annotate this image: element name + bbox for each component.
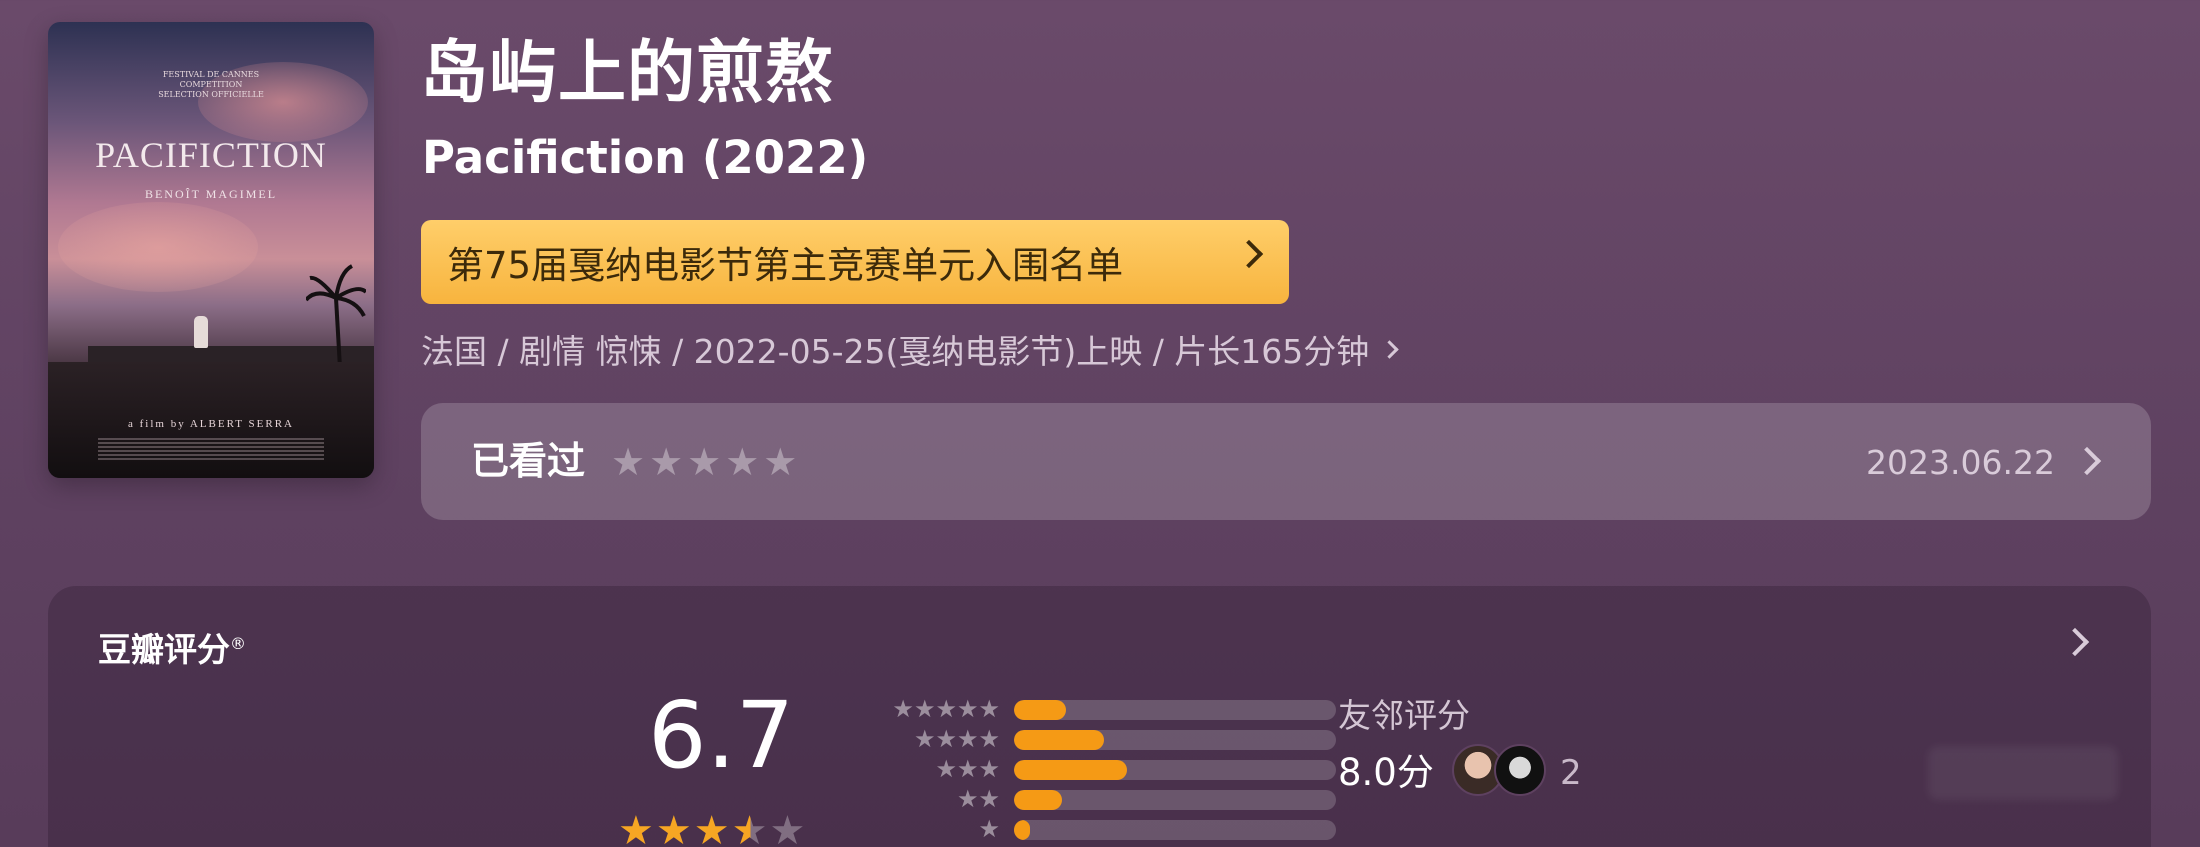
watched-label: 已看过 (471, 439, 586, 483)
distribution-stars: ★★★★ (913, 725, 1000, 753)
movie-title-en: Pacifiction (2022) (422, 131, 869, 184)
palm-tree-icon (306, 264, 366, 368)
distribution-row: ★★ (836, 784, 1336, 814)
poster-fine-print (98, 438, 324, 460)
distribution-bar (1014, 760, 1127, 780)
award-banner[interactable]: 第75届戛纳电影节第主竞赛单元入围名单 (421, 220, 1289, 304)
distribution-row: ★★★★ (836, 724, 1336, 754)
distribution-stars: ★ (978, 815, 1000, 843)
movie-meta-link[interactable]: 法国 / 剧情 惊悚 / 2022-05-25(戛纳电影节)上映 / 片长165… (421, 330, 1400, 374)
distribution-stars: ★★★ (935, 755, 1000, 783)
movie-title-cn: 岛屿上的煎熬 (420, 34, 835, 113)
friend-rating-score: 8.0分 (1338, 751, 1434, 794)
poster-festival-text: FESTIVAL DE CANNES COMPETITION SELECTION… (158, 70, 264, 99)
distribution-track (1014, 700, 1336, 720)
watched-status-bar[interactable]: 已看过 ★★★★★ 2023.06.22 (421, 403, 2151, 520)
distribution-bar (1014, 700, 1066, 720)
distribution-stars: ★★★★★ (892, 695, 1000, 723)
distribution-row: ★★★ (836, 754, 1336, 784)
rating-header: 豆瓣评分® (98, 622, 246, 672)
distribution-bar (1014, 730, 1105, 750)
star-empty-icon: ★ (769, 808, 808, 847)
avatar[interactable] (1494, 744, 1546, 796)
rating-header-label: 豆瓣评分 (98, 630, 230, 669)
chevron-right-icon (1234, 239, 1264, 269)
rating-score: 6.7 (648, 682, 795, 789)
distribution-bar (1014, 820, 1031, 840)
distribution-row: ★★★★★ (836, 694, 1336, 724)
award-text: 第75届戛纳电影节第主竞赛单元入围名单 (447, 244, 1124, 287)
star-half-icon: ★ (732, 808, 770, 847)
rating-distribution: ★★★★★ ★★★★ ★★★ ★★ ★ (836, 694, 1336, 844)
douban-rating-card[interactable]: 豆瓣评分® 6.7 ★★★★★ ★★★★★ ★★★★ ★★★ ★★ ★ 友邻评分… (48, 586, 2151, 847)
registered-mark: ® (230, 634, 246, 653)
friend-count: 2 (1560, 753, 1582, 793)
chevron-right-icon (2072, 446, 2102, 476)
my-rating-stars[interactable]: ★★★★★ (611, 439, 801, 485)
poster-cloud (58, 202, 258, 292)
star-filled-icon: ★★★ (618, 808, 732, 847)
distribution-track (1014, 790, 1336, 810)
distribution-stars: ★★ (956, 785, 1000, 813)
poster-person (194, 316, 208, 348)
chevron-right-icon (1380, 340, 1400, 359)
friend-rating-label: 友邻评分 (1338, 696, 1470, 735)
distribution-bar (1014, 790, 1063, 810)
movie-poster[interactable]: FESTIVAL DE CANNES COMPETITION SELECTION… (48, 22, 374, 478)
poster-title: PACIFICTION (95, 135, 327, 175)
poster-credit: a film by ALBERT SERRA (128, 418, 294, 430)
rating-stars: ★★★★★ (618, 806, 807, 847)
chevron-right-icon[interactable] (2060, 627, 2090, 657)
watched-date: 2023.06.22 (1866, 443, 2055, 482)
distribution-row: ★ (836, 814, 1336, 844)
distribution-track (1014, 760, 1336, 780)
poster-actor: BENOÎT MAGIMEL (144, 187, 278, 201)
movie-meta-text: 法国 / 剧情 惊悚 / 2022-05-25(戛纳电影节)上映 / 片长165… (421, 332, 1370, 371)
distribution-track (1014, 820, 1336, 840)
distribution-track (1014, 730, 1336, 750)
watermark (1928, 746, 2118, 800)
